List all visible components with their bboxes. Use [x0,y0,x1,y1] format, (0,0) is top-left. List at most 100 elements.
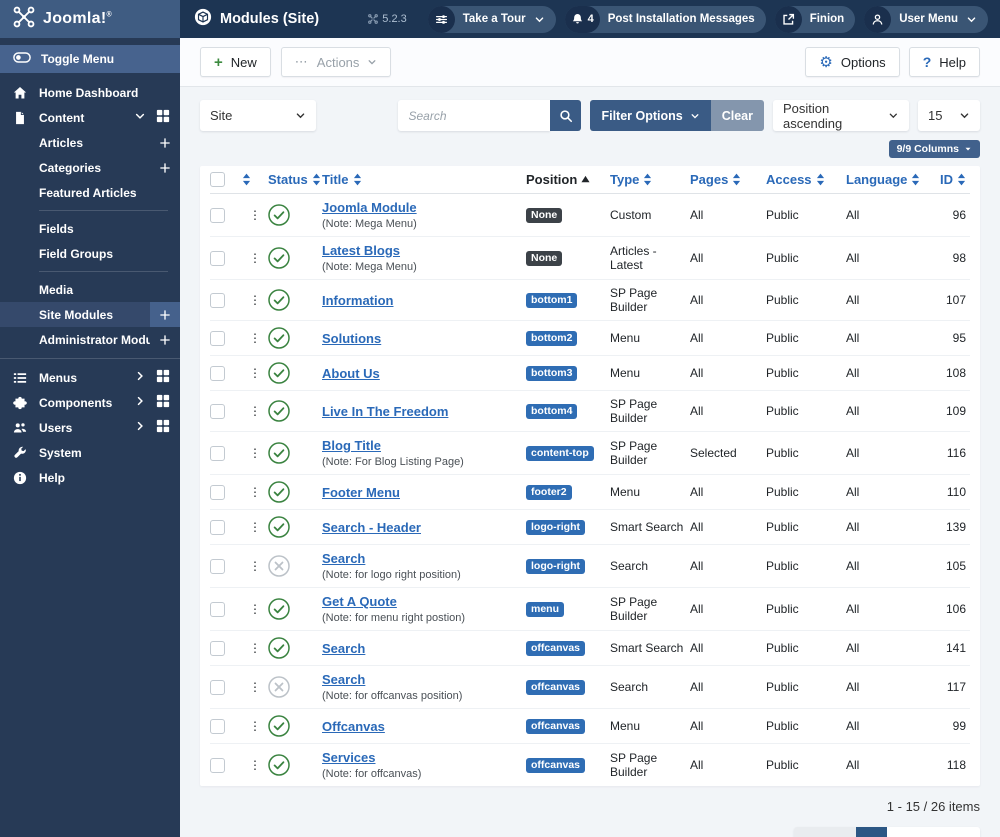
status-published-icon[interactable] [268,327,290,349]
status-published-icon[interactable] [268,247,290,269]
drag-handle-icon[interactable]: ⋮ [242,713,268,739]
sort-ordering-header[interactable] [242,173,268,186]
sort-title-header[interactable]: Title [322,172,526,187]
row-checkbox[interactable] [210,250,225,266]
module-title-link[interactable]: About Us [322,366,380,381]
options-button[interactable]: ⚙ Options [805,47,900,77]
sort-id-header[interactable]: ID [928,172,970,187]
drag-handle-icon[interactable]: ⋮ [242,325,268,351]
sidebar-item-field-groups[interactable]: Field Groups [0,241,180,266]
sidebar-item-components[interactable]: Components [0,390,180,415]
status-published-icon[interactable] [268,289,290,311]
sidebar-item-content[interactable]: Content [0,105,180,130]
sidebar-item-categories[interactable]: Categories [0,155,180,180]
status-published-icon[interactable] [268,715,290,737]
module-title-link[interactable]: Information [322,293,394,308]
status-published-icon[interactable] [268,754,290,776]
sort-pages-header[interactable]: Pages [690,172,766,187]
sort-type-header[interactable]: Type [610,172,690,187]
status-published-icon[interactable] [268,598,290,620]
drag-handle-icon[interactable]: ⋮ [242,398,268,424]
row-checkbox[interactable] [210,403,225,419]
post-installation-messages-button[interactable]: 4 Post Installation Messages [564,5,766,33]
pagination-first-button[interactable]: « [794,827,825,837]
row-checkbox[interactable] [210,330,225,346]
drag-handle-icon[interactable]: ⋮ [242,287,268,313]
module-title-link[interactable]: Search - Header [322,520,421,535]
client-select[interactable]: Site [200,100,316,131]
module-title-link[interactable]: Offcanvas [322,719,385,734]
status-unpublished-icon[interactable] [268,676,290,698]
module-title-link[interactable]: Latest Blogs [322,243,400,258]
pagination-page-2[interactable]: 2 [887,827,918,837]
module-title-link[interactable]: Blog Title [322,438,381,453]
sort-position-header[interactable]: Position [526,172,610,187]
row-checkbox[interactable] [210,365,225,381]
drag-handle-icon[interactable]: ⋮ [242,752,268,778]
add-new-icon[interactable] [150,130,180,155]
sidebar-item-fields[interactable]: Fields [0,216,180,241]
dashboard-grid-icon[interactable] [156,419,170,436]
drag-handle-icon[interactable]: ⋮ [242,674,268,700]
row-checkbox[interactable] [210,207,225,223]
drag-handle-icon[interactable]: ⋮ [242,596,268,622]
columns-button[interactable]: 9/9 Columns [888,140,980,158]
drag-handle-icon[interactable]: ⋮ [242,202,268,228]
search-input[interactable] [398,100,551,131]
status-published-icon[interactable] [268,481,290,503]
actions-button[interactable]: ⋯ Actions [280,47,392,77]
sort-select[interactable]: Position ascending [773,100,909,131]
sidebar-item-media[interactable]: Media [0,277,180,302]
row-checkbox[interactable] [210,292,225,308]
sidebar-item-home-dashboard[interactable]: Home Dashboard [0,80,180,105]
dashboard-grid-icon[interactable] [156,109,170,126]
drag-handle-icon[interactable]: ⋮ [242,479,268,505]
module-title-link[interactable]: Live In The Freedom [322,404,448,419]
module-title-link[interactable]: Footer Menu [322,485,400,500]
row-checkbox[interactable] [210,558,225,574]
module-title-link[interactable]: Search [322,551,365,566]
new-button[interactable]: + New [200,47,271,77]
sidebar-item-featured-articles[interactable]: Featured Articles [0,180,180,205]
drag-handle-icon[interactable]: ⋮ [242,360,268,386]
pagination-page-1[interactable]: 1 [856,827,887,837]
filter-options-button[interactable]: Filter Options [590,100,711,131]
status-unpublished-icon[interactable] [268,555,290,577]
status-published-icon[interactable] [268,637,290,659]
drag-handle-icon[interactable]: ⋮ [242,635,268,661]
take-a-tour-button[interactable]: Take a Tour [427,5,556,33]
module-title-link[interactable]: Search [322,672,365,687]
row-checkbox[interactable] [210,757,225,773]
sidebar-item-help[interactable]: Help [0,465,180,490]
sidebar-item-administrator-modules[interactable]: Administrator Modules [0,327,180,352]
help-button[interactable]: ? Help [908,47,980,77]
row-checkbox[interactable] [210,484,225,500]
status-published-icon[interactable] [268,362,290,384]
module-title-link[interactable]: Get A Quote [322,594,397,609]
drag-handle-icon[interactable]: ⋮ [242,553,268,579]
module-title-link[interactable]: Services [322,750,376,765]
status-published-icon[interactable] [268,204,290,226]
pagination-next-button[interactable]: › [918,827,949,837]
status-published-icon[interactable] [268,442,290,464]
row-checkbox[interactable] [210,718,225,734]
module-title-link[interactable]: Joomla Module [322,200,417,215]
drag-handle-icon[interactable]: ⋮ [242,440,268,466]
status-published-icon[interactable] [268,400,290,422]
module-title-link[interactable]: Search [322,641,365,656]
dashboard-grid-icon[interactable] [156,394,170,411]
sort-access-header[interactable]: Access [766,172,846,187]
drag-handle-icon[interactable]: ⋮ [242,514,268,540]
pagination-prev-button[interactable]: ‹ [825,827,856,837]
toggle-menu-button[interactable]: Toggle Menu [0,45,180,73]
pagination-last-button[interactable]: » [949,827,980,837]
row-checkbox[interactable] [210,601,225,617]
add-new-icon[interactable] [150,155,180,180]
add-new-icon[interactable] [150,302,180,327]
row-checkbox[interactable] [210,640,225,656]
row-checkbox[interactable] [210,445,225,461]
sort-status-header[interactable]: Status [268,172,322,187]
sidebar-item-menus[interactable]: Menus [0,365,180,390]
sidebar-item-system[interactable]: System [0,440,180,465]
module-title-link[interactable]: Solutions [322,331,381,346]
